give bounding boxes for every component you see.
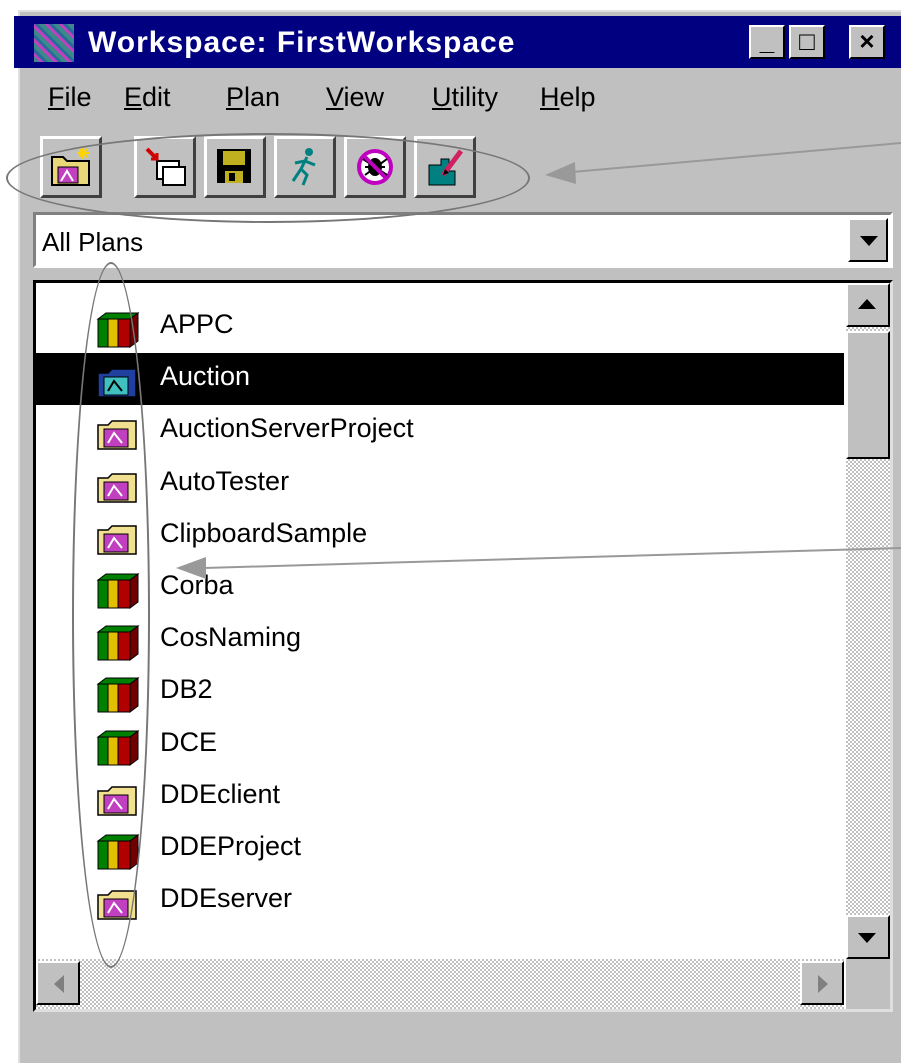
- arrow-icon-pointer: [176, 557, 206, 579]
- arrow-toolbar-pointer: [545, 162, 576, 184]
- annotation-arrows: [176, 142, 901, 579]
